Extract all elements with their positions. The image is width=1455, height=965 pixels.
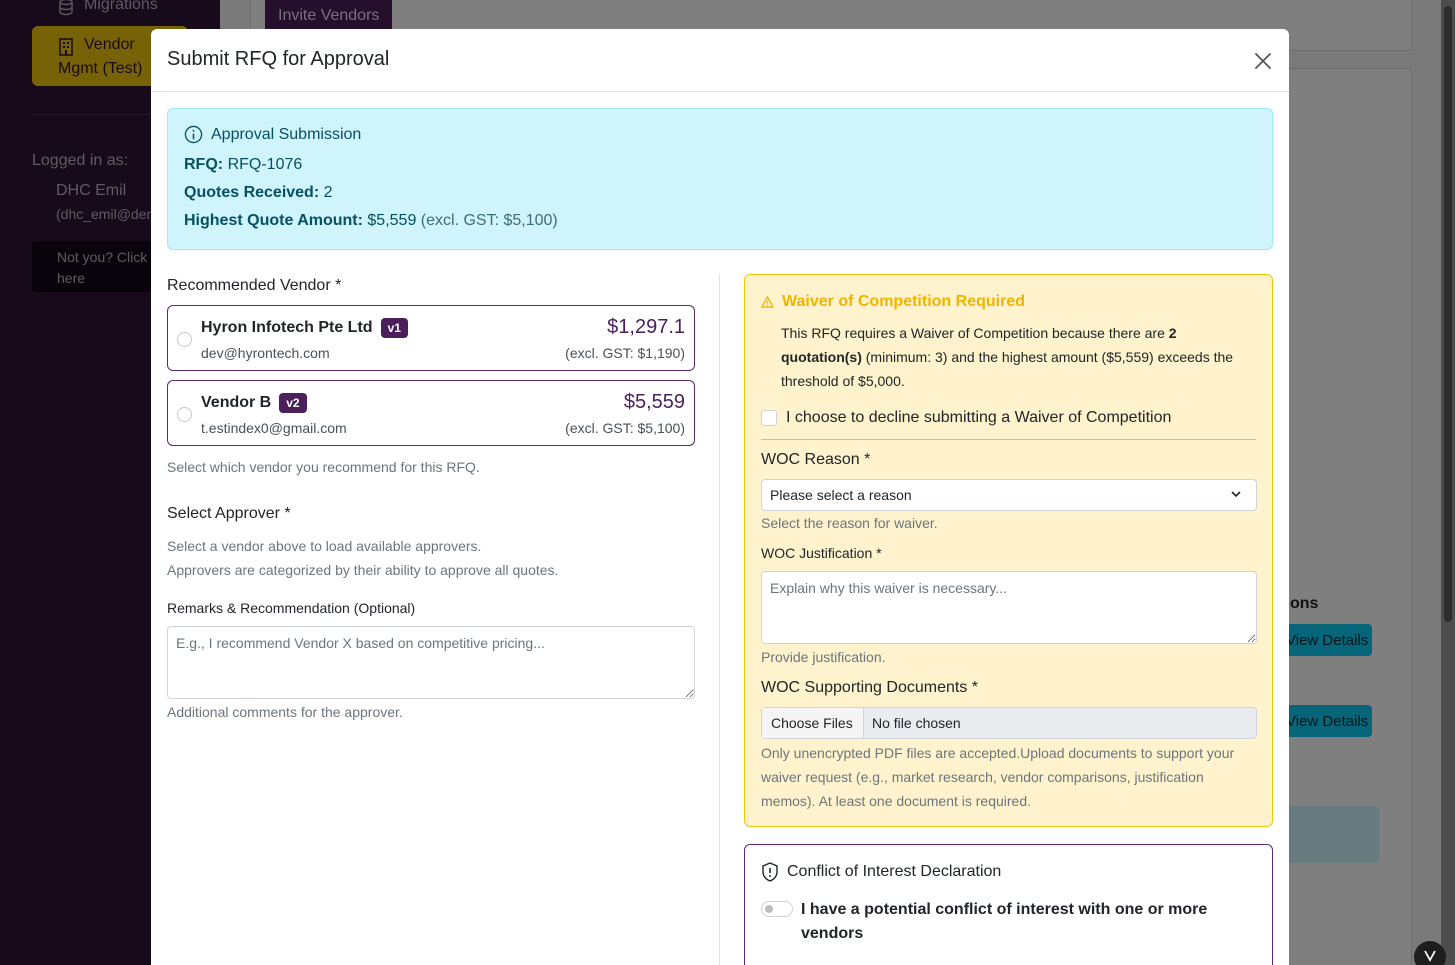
version-badge: v2 [279,393,307,413]
vendor-help-text: Select which vendor you recommend for th… [167,459,480,475]
vendor-option-card[interactable]: Vendor B v2 t.estindex0@gmail.com $5,559… [167,380,695,446]
select-approver-label: Select Approver * [167,505,291,522]
coi-heading-text: Conflict of Interest Declaration [787,863,1002,880]
woc-reason-select[interactable]: Please select a reason [761,479,1257,511]
close-icon[interactable] [1251,49,1275,73]
chat-logo-icon[interactable] [1414,941,1446,965]
woc-file-input[interactable]: Choose Files No file chosen [761,707,1257,739]
rfq-line: RFQ: RFQ-1076 [184,156,302,174]
decline-woc-checkbox[interactable] [761,410,777,426]
woc-justification-textarea[interactable] [761,571,1257,644]
woc-divider [761,439,1256,440]
decline-woc-checkbox-row[interactable]: I choose to decline submitting a Waiver … [761,409,1171,427]
choose-files-button[interactable]: Choose Files [762,708,864,738]
woc-justification-help: Provide justification. [761,649,886,665]
woc-justification-label: WOC Justification * [761,545,882,561]
woc-description-text: This RFQ requires a Waiver of Competitio… [781,325,1169,341]
info-circle-icon [184,125,203,144]
vendor-option-card[interactable]: Hyron Infotech Pte Ltd v1 dev@hyrontech.… [167,305,695,371]
vendor-radio[interactable] [177,332,192,347]
vendor-name: Hyron Infotech Pte Ltd [201,319,373,336]
highest-quote-label: Highest Quote Amount: [184,212,363,229]
submit-rfq-modal: Submit RFQ for Approval Approval Submiss… [151,29,1289,965]
vendor-name: Vendor B [201,394,272,411]
vendor-price-excl-gst: (excl. GST: $5,100) [565,420,685,436]
coi-toggle-label: I have a potential conflict of interest … [801,901,1208,942]
column-divider [719,274,720,965]
warning-triangle-icon [761,296,774,308]
vendor-email: t.estindex0@gmail.com [201,420,347,436]
version-badge: v1 [380,318,408,338]
file-status: No file chosen [872,715,961,731]
vendor-price-excl-gst: (excl. GST: $1,190) [565,345,685,361]
woc-documents-label: WOC Supporting Documents * [761,679,978,696]
vendor-name-row: Vendor B v2 [201,393,307,413]
remarks-help-text: Additional comments for the approver. [167,704,403,720]
modal-title: Submit RFQ for Approval [167,48,390,70]
info-heading-text: Approval Submission [211,125,362,143]
coi-toggle-switch[interactable] [761,901,793,917]
highest-quote-value: $5,559 [367,212,417,229]
approver-help-text: Approvers are categorized by their abili… [167,562,559,578]
woc-heading: Waiver of Competition Required [761,293,1025,311]
decline-woc-label: I choose to decline submitting a Waiver … [786,409,1172,426]
woc-reason-help: Select the reason for waiver. [761,515,938,531]
approval-info-alert: Approval Submission RFQ: RFQ-1076 Quotes… [167,108,1273,250]
quotes-value: 2 [323,184,333,201]
remarks-label: Remarks & Recommendation (Optional) [167,600,416,616]
vendor-name-row: Hyron Infotech Pte Ltd v1 [201,318,408,338]
modal-header: Submit RFQ for Approval [151,29,1289,92]
vendor-email: dev@hyrontech.com [201,345,330,361]
woc-description: This RFQ requires a Waiver of Competitio… [781,321,1261,393]
vendor-radio[interactable] [177,407,192,422]
woc-reason-label: WOC Reason * [761,451,871,468]
quotes-line: Quotes Received: 2 [184,184,333,202]
chevron-down-icon [1231,491,1241,498]
remarks-textarea[interactable] [167,626,695,699]
woc-documents-help: Only unencrypted PDF files are accepted.… [761,745,1235,809]
chat-logo-icon [1424,950,1436,962]
conflict-of-interest-panel: Conflict of Interest Declaration I have … [744,844,1273,965]
info-heading: Approval Submission [184,125,361,144]
woc-heading-text: Waiver of Competition Required [782,293,1025,310]
rfq-value: RFQ-1076 [227,156,303,173]
approver-help-text: Select a vendor above to load available … [167,538,482,554]
vendor-price: $5,559 [623,391,685,413]
rfq-label: RFQ: [184,156,224,173]
woc-reason-selected: Please select a reason [770,487,912,503]
vendor-price: $1,297.1 [607,316,685,338]
highest-quote-line: Highest Quote Amount: $5,559 (excl. GST:… [184,212,558,230]
shield-exclamation-icon [762,862,778,882]
quotes-label: Quotes Received: [184,184,320,201]
waiver-of-competition-panel: Waiver of Competition Required This RFQ … [744,274,1273,827]
recommended-vendor-label: Recommended Vendor * [167,277,342,294]
coi-heading: Conflict of Interest Declaration [761,862,1001,882]
highest-quote-excl: (excl. GST: $5,100) [420,212,558,229]
